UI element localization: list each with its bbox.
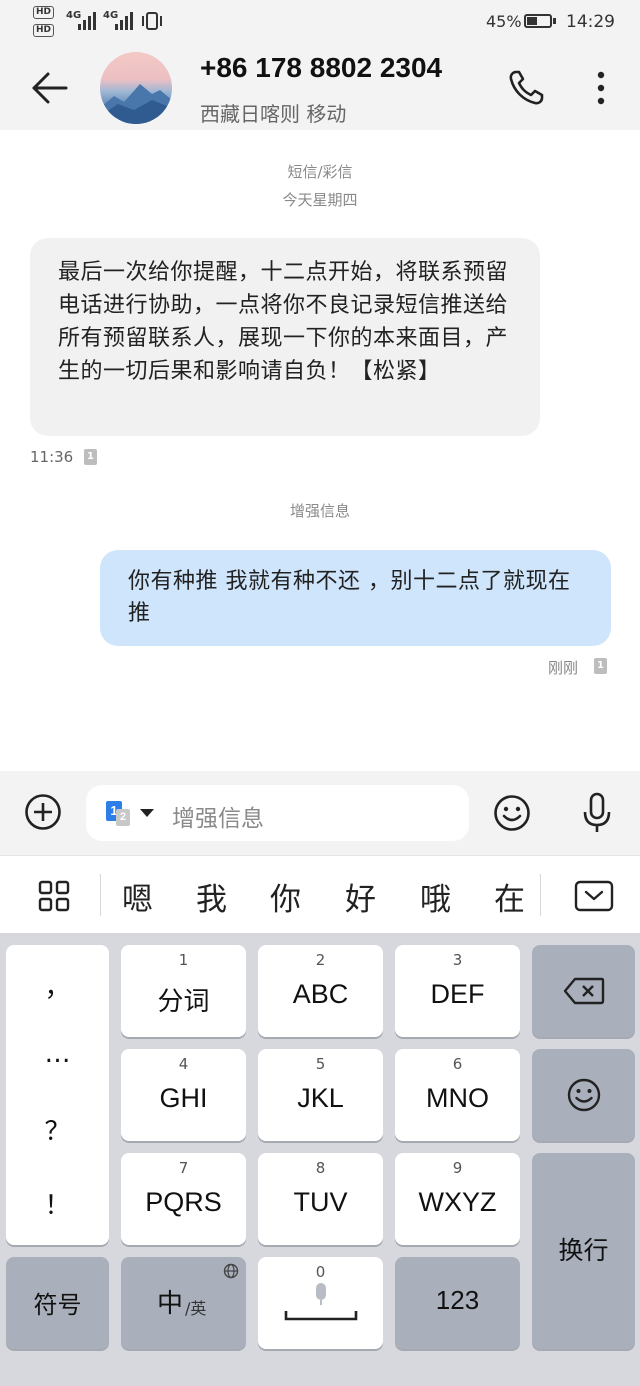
key-9[interactable]: 9 WXYZ — [395, 1153, 520, 1245]
candidate-word[interactable]: 嗯 — [122, 874, 153, 919]
key-label: GHI — [159, 1083, 208, 1113]
punctuation-key[interactable]: ？ — [6, 1111, 109, 1148]
channel-label: 短信/彩信 — [287, 163, 353, 181]
message-time: 刚刚 — [548, 659, 579, 677]
sim-card-icon: 2 — [116, 809, 130, 826]
key-8[interactable]: 8 TUV — [258, 1153, 383, 1245]
signal-icon — [78, 12, 96, 30]
key-6[interactable]: 6 MNO — [395, 1049, 520, 1141]
caret-down-icon — [140, 809, 154, 817]
key-label: DEF — [430, 979, 485, 1009]
more-options-icon[interactable] — [588, 68, 614, 108]
candidate-word[interactable]: 在 — [494, 874, 525, 919]
clock: 14:29 — [566, 12, 615, 32]
key-label: 分词 — [157, 987, 210, 1017]
backspace-icon — [563, 977, 605, 1005]
key-number: 7 — [178, 1159, 189, 1177]
space-bar-icon — [284, 1283, 358, 1321]
key-number: 9 — [452, 1159, 463, 1177]
back-arrow-icon[interactable] — [30, 68, 70, 108]
contact-number: +86 178 8802 2304 — [200, 52, 443, 83]
globe-icon — [223, 1263, 239, 1279]
punctuation-key[interactable]: ， — [6, 967, 109, 1004]
key-label: WXYZ — [418, 1187, 497, 1217]
backspace-key[interactable] — [532, 945, 635, 1037]
language-switch-key[interactable]: 中 /英 — [121, 1257, 246, 1349]
conversation-header: +86 178 8802 2304 西藏日喀则 移动 — [0, 44, 640, 130]
candidate-word[interactable]: 你 — [270, 874, 301, 919]
message-input[interactable]: 1 2 增强信息 — [86, 785, 469, 841]
emoji-icon[interactable] — [492, 793, 532, 833]
candidate-bar: 嗯 我 你 好 哦 在 — [0, 855, 640, 934]
incoming-message-bubble[interactable]: 最后一次给你提醒，十二点开始，将联系预留电话进行协助，一点将你不良记录短信推送给… — [30, 238, 540, 436]
message-time: 11:36 — [30, 448, 74, 466]
apps-grid-icon[interactable] — [38, 880, 70, 912]
date-label: 今天星期四 — [282, 191, 358, 209]
outgoing-message-bubble[interactable]: 你有种推 我就有种不还 ，别十二点了就现在推 — [100, 550, 611, 646]
punctuation-key[interactable]: ！ — [6, 1185, 109, 1222]
hide-keyboard-icon[interactable] — [574, 880, 614, 912]
key-label: JKL — [297, 1083, 344, 1113]
sim-card-icon: 1 — [594, 658, 607, 674]
key-label: TUV — [293, 1187, 348, 1217]
enter-key[interactable]: 换行 — [532, 1153, 635, 1349]
key-3[interactable]: 3 DEF — [395, 945, 520, 1037]
key-number: 3 — [452, 951, 463, 969]
add-attachment-icon[interactable] — [24, 793, 62, 831]
avatar[interactable] — [100, 52, 172, 124]
candidate-word[interactable]: 哦 — [420, 874, 451, 919]
key-number: 0 — [315, 1263, 326, 1281]
message-text: 最后一次给你提醒，十二点开始，将联系预留电话进行协助，一点将你不良记录短信推送给… — [58, 260, 509, 384]
symbols-key[interactable]: 符号 — [6, 1257, 109, 1349]
contact-location: 西藏日喀则 移动 — [200, 102, 347, 126]
key-label: 换行 — [558, 1236, 609, 1265]
microphone-icon[interactable] — [580, 791, 614, 835]
key-number: 1 — [178, 951, 189, 969]
key-4[interactable]: 4 GHI — [121, 1049, 246, 1141]
key-1[interactable]: 1 分词 — [121, 945, 246, 1037]
key-7[interactable]: 7 PQRS — [121, 1153, 246, 1245]
message-text: 你有种推 我就有种不还 ，别十二点了就现在推 — [128, 569, 571, 626]
key-label: ABC — [292, 979, 349, 1009]
sim-card-icon: 1 — [84, 449, 97, 465]
emoji-icon — [567, 1078, 601, 1112]
emoji-key[interactable] — [532, 1049, 635, 1141]
key-label: PQRS — [145, 1187, 222, 1217]
hd-voice-indicator: HD — [33, 6, 55, 19]
punctuation-column[interactable]: ， … ？ ！ — [6, 945, 109, 1245]
key-label: 中 — [157, 1289, 184, 1319]
candidate-word[interactable]: 好 — [345, 874, 376, 919]
key-number: 6 — [452, 1055, 463, 1073]
key-number: 5 — [315, 1055, 326, 1073]
hd-voice-indicator: HD — [33, 24, 55, 37]
battery-percent: 45% — [486, 12, 522, 31]
key-2[interactable]: 2 ABC — [258, 945, 383, 1037]
key-sublabel: /英 — [185, 1299, 207, 1318]
numbers-key[interactable]: 123 — [395, 1257, 520, 1349]
key-5[interactable]: 5 JKL — [258, 1049, 383, 1141]
key-number: 8 — [315, 1159, 326, 1177]
status-bar: HD HD 4G 4G 45% 14:29 — [0, 0, 640, 44]
mountain-icon — [100, 84, 172, 124]
battery-icon — [524, 14, 552, 28]
signal-icon — [115, 12, 133, 30]
phone-icon[interactable] — [506, 68, 546, 108]
vibrate-icon — [142, 12, 162, 30]
key-label: 符号 — [33, 1291, 82, 1319]
enhanced-message-label: 增强信息 — [289, 502, 350, 520]
key-label: MNO — [426, 1083, 489, 1113]
key-label: 123 — [435, 1285, 480, 1315]
punctuation-key[interactable]: … — [6, 1039, 109, 1069]
sim-selector[interactable]: 1 2 — [106, 801, 160, 827]
key-number: 4 — [178, 1055, 189, 1073]
compose-bar: 1 2 增强信息 — [0, 771, 640, 855]
key-number: 2 — [315, 951, 326, 969]
input-placeholder: 增强信息 — [172, 806, 264, 832]
space-key[interactable]: 0 — [258, 1257, 383, 1349]
keyboard: ， … ？ ！ 1 分词 2 ABC 3 DEF 4 GHI 5 JKL 6 M… — [0, 933, 640, 1386]
candidate-word[interactable]: 我 — [196, 874, 227, 919]
